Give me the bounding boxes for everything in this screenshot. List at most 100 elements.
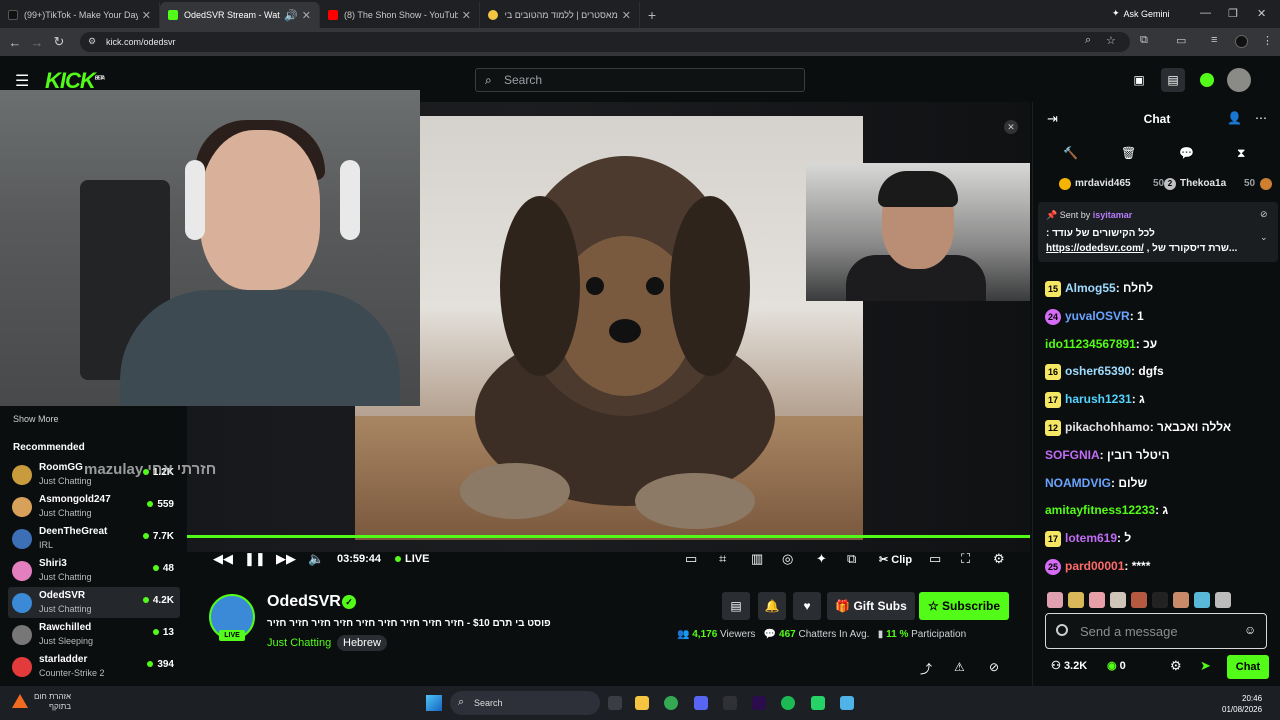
chat-users-icon[interactable]: 👤 [1227, 111, 1242, 125]
emote-icon[interactable] [1131, 592, 1147, 608]
stream-category[interactable]: Just Chatting [267, 637, 331, 649]
pinned-link[interactable]: https://odedsvr.com/ [1046, 243, 1144, 254]
share-icon[interactable]: ⤴ [920, 660, 932, 677]
new-tab-button[interactable]: + [640, 2, 664, 28]
channel-item[interactable]: DeenTheGreat IRL 7.7K [8, 523, 180, 554]
chat-bubble-icon[interactable]: 💬 [1179, 146, 1194, 160]
user-avatar[interactable] [1227, 68, 1251, 92]
emote-icon[interactable] [1215, 592, 1231, 608]
emoji-icon[interactable]: ☺ [1244, 623, 1256, 637]
steam-icon[interactable] [723, 696, 737, 710]
channel-item[interactable]: Shiri3 Just Chatting 48 [8, 555, 180, 586]
send-chat-button[interactable]: Chat [1227, 655, 1269, 679]
notification-bell-icon[interactable]: 🔔 [758, 592, 786, 620]
unpin-icon[interactable]: ⊘ [1260, 209, 1268, 220]
spotify-icon[interactable] [781, 696, 795, 710]
search-input[interactable]: ⌕ Search [475, 68, 805, 92]
leader-name[interactable]: Thekoa1a [1180, 178, 1226, 189]
chat-settings-icon[interactable]: ⚙ [1170, 658, 1182, 674]
report-clip-icon[interactable]: ▤ [722, 592, 750, 620]
windows-start-icon[interactable] [426, 695, 442, 711]
chat-more-icon[interactable]: ⋯ [1255, 111, 1267, 125]
chat-message[interactable]: 15 Almog55: לחלח [1045, 281, 1153, 297]
chat-message[interactable]: amitayfitness12233: ג [1045, 503, 1168, 517]
premiere-icon[interactable] [752, 696, 766, 710]
hammer-icon[interactable]: 🔨 [1063, 146, 1078, 160]
bookmark-star-icon[interactable]: ☆ [1106, 34, 1116, 47]
channel-item[interactable]: starladder Counter-Strike 2 394 [8, 651, 180, 682]
hourglass-icon[interactable]: ⧗ [1237, 146, 1245, 161]
fullscreen-icon[interactable]: ⛶ [961, 551, 970, 567]
channel-item[interactable]: Asmongold247 Just Chatting 559 [8, 491, 180, 522]
leader-name[interactable]: mrdavid465 [1075, 178, 1131, 189]
task-view-icon[interactable] [608, 696, 622, 710]
streamer-name[interactable]: OdedSVR [267, 593, 341, 611]
emote-icon[interactable] [1110, 592, 1126, 608]
menu-dots-icon[interactable]: ⋮ [1262, 34, 1273, 47]
follow-heart-icon[interactable]: ♥ [793, 592, 821, 620]
forward-icon[interactable]: ▶▶ [276, 551, 296, 567]
chat-message[interactable]: SOFGNIA: היטלר רובין [1045, 448, 1170, 462]
emote-icon[interactable] [1089, 592, 1105, 608]
chat-mode-icon[interactable] [1056, 624, 1068, 636]
chat-message[interactable]: 16 osher65390: dgfs [1045, 364, 1164, 380]
tab-kick[interactable]: OdedSVR Stream - Watch L 🔊 ✕ [160, 2, 320, 28]
cast-icon[interactable]: ▭ [1176, 34, 1186, 47]
tab-tiktok[interactable]: (99+)TikTok - Make Your Day ✕ [0, 2, 160, 28]
volume-icon[interactable]: 🔈 [308, 551, 324, 567]
browse-icon[interactable]: ▣ [1127, 68, 1151, 92]
app-icon[interactable] [840, 696, 854, 710]
forward-icon[interactable]: → [26, 35, 48, 50]
discord-icon[interactable] [694, 696, 708, 710]
close-window-icon[interactable]: ✕ [1257, 7, 1266, 20]
live-progress-bar[interactable] [187, 535, 1030, 538]
pause-icon[interactable]: ❚❚ [244, 551, 266, 567]
kick-points-icon[interactable] [1195, 68, 1219, 92]
dashboard-icon[interactable]: ▤ [1161, 68, 1185, 92]
gift-subs-button[interactable]: 🎁 Gift Subs [827, 592, 915, 620]
chat-message[interactable]: 25 pard00001: **** [1045, 559, 1150, 575]
points-count[interactable]: ◉ 0 [1107, 659, 1126, 672]
show-more-link[interactable]: Show More [13, 414, 59, 424]
close-overlay-icon[interactable]: ✕ [1004, 120, 1018, 134]
minimize-icon[interactable]: — [1200, 7, 1211, 19]
back-icon[interactable]: ← [4, 35, 26, 50]
maximize-icon[interactable]: ❐ [1228, 7, 1238, 20]
zoom-icon[interactable]: ⌕ [1085, 34, 1091, 47]
emote-icon[interactable] [1173, 592, 1189, 608]
channel-item[interactable]: Rawchilled Just Sleeping 13 [8, 619, 180, 650]
emote-icon[interactable] [1194, 592, 1210, 608]
settings-icon[interactable]: ⚙ [993, 551, 1005, 567]
hamburger-menu-icon[interactable]: ☰ [15, 71, 29, 91]
url-field[interactable]: ⚙ kick.com/odedsvr [80, 32, 1130, 52]
close-tab-icon[interactable]: ✕ [302, 9, 311, 22]
chat-message[interactable]: 24 yuvalOSVR: 1 [1045, 309, 1144, 325]
trash-icon[interactable]: 🗑 [1121, 146, 1136, 160]
chat-message[interactable]: 17 harush1231: ג [1045, 392, 1145, 408]
camera-icon[interactable]: ▭ [685, 551, 697, 567]
profile-avatar[interactable] [1235, 35, 1248, 48]
extensions-icon[interactable]: ⧉ [1140, 34, 1148, 47]
pinned-message[interactable]: 📌 Sent by isyitamar לכל הקישורים של עודד… [1038, 202, 1278, 262]
picture-in-picture-icon[interactable]: ⧉ [847, 551, 856, 567]
taskbar-search[interactable]: ⌕ Search [450, 691, 600, 715]
chat-message[interactable]: 12 pikachohhamo: אללה ואכבאר [1045, 420, 1231, 436]
close-tab-icon[interactable]: ✕ [142, 9, 151, 22]
emote-icon[interactable] [1047, 592, 1063, 608]
theater-mode-icon[interactable]: ▭ [929, 551, 941, 567]
subscribe-button[interactable]: ☆ Subscribe [919, 592, 1009, 620]
system-clock[interactable]: 20:46 01/08/2026 [1222, 693, 1262, 715]
stats-icon[interactable]: ▥ [751, 551, 763, 567]
mute-tab-icon[interactable]: 🔊 [284, 9, 298, 22]
reload-icon[interactable]: ↻ [48, 34, 70, 50]
clip-button[interactable]: ✂ Clip [879, 553, 912, 566]
close-tab-icon[interactable]: ✕ [462, 9, 471, 22]
ask-gemini-button[interactable]: ✦ Ask Gemini [1106, 5, 1176, 22]
close-tab-icon[interactable]: ✕ [622, 9, 631, 22]
chrome-icon[interactable] [664, 696, 678, 710]
file-explorer-icon[interactable] [635, 696, 649, 710]
tab-youtube[interactable]: (8) The Shon Show - YouTube ✕ [320, 2, 480, 28]
chat-message-input[interactable]: Send a message ☺ [1045, 613, 1267, 649]
channel-item-selected[interactable]: OdedSVR Just Chatting 4.2K [8, 587, 180, 618]
tab-masters[interactable]: מאסטרים | ללמוד מהטובים ביותר ✕ [480, 2, 640, 28]
